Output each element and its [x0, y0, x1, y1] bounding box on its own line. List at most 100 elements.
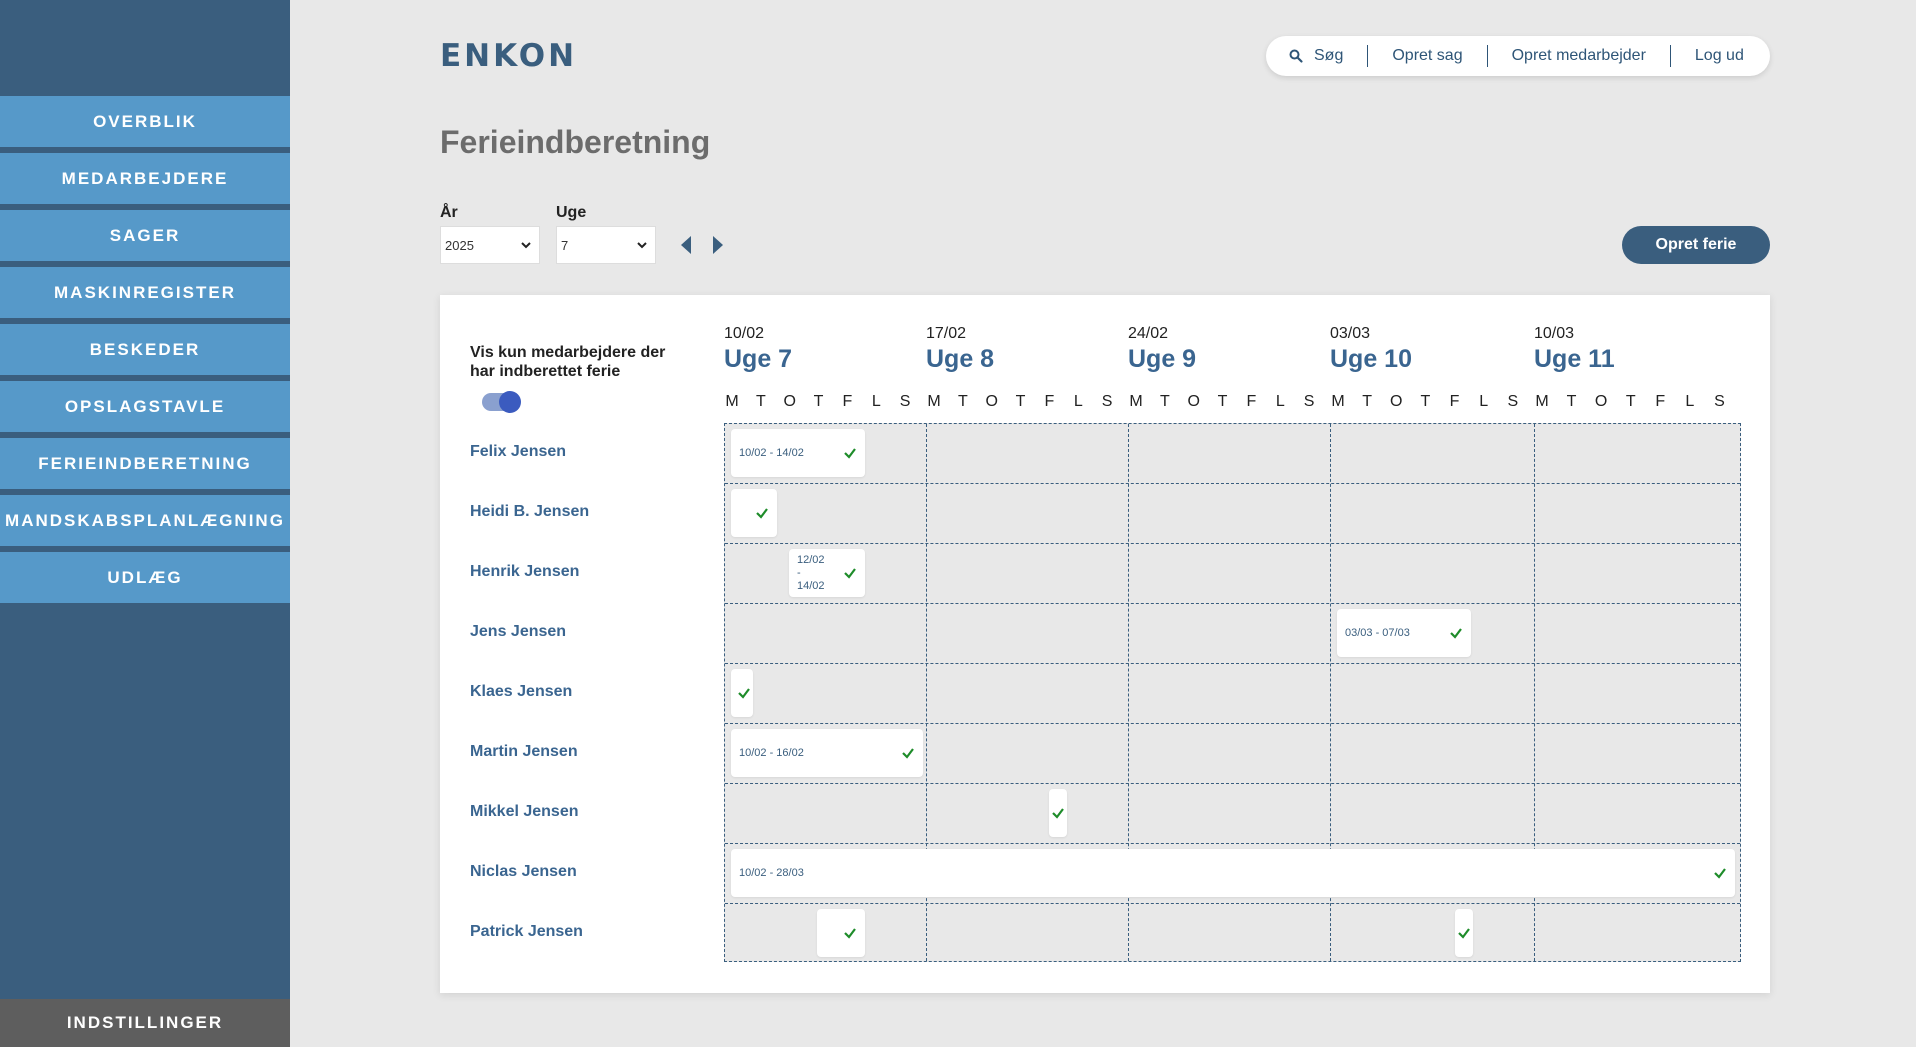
search-label: Søg — [1314, 47, 1344, 64]
week-select[interactable]: 7 — [556, 226, 656, 264]
approved-check-icon — [843, 926, 857, 940]
day-letter: F — [1044, 393, 1055, 410]
approved-check-icon — [843, 446, 857, 460]
approved-check-icon — [737, 686, 751, 700]
day-letter: S — [899, 393, 911, 410]
employee-name[interactable]: Patrick Jensen — [470, 923, 583, 941]
employee-name[interactable]: Mikkel Jensen — [470, 803, 579, 821]
week-date: 24/02 — [1128, 325, 1169, 342]
year-label: År — [440, 204, 458, 221]
employee-name[interactable]: Jens Jensen — [470, 623, 566, 641]
sidebar-item-medarbejdere[interactable]: MEDARBEJDERE — [0, 153, 290, 204]
approved-check-icon — [1457, 926, 1471, 940]
employee-name[interactable]: Niclas Jensen — [470, 863, 577, 881]
row-divider — [725, 903, 1740, 904]
week-name: Uge 7 — [724, 345, 793, 373]
sidebar-item-sager[interactable]: SAGER — [0, 210, 290, 261]
day-letter: O — [783, 393, 796, 410]
employee-name[interactable]: Henrik Jensen — [470, 563, 579, 581]
week-date: 17/02 — [926, 325, 967, 342]
year-select[interactable]: 2025 — [440, 226, 540, 264]
approved-check-icon — [1713, 866, 1727, 880]
sidebar-item-beskeder[interactable]: BESKEDER — [0, 324, 290, 375]
day-letter: L — [1073, 393, 1083, 410]
logo[interactable]: ENKON — [440, 38, 577, 74]
row-divider — [725, 543, 1740, 544]
employee-name[interactable]: Klaes Jensen — [470, 683, 572, 701]
page-title: Ferieindberetning — [440, 124, 711, 160]
vacation-block[interactable]: 03/03 - 07/03 — [1337, 609, 1471, 657]
day-letter: T — [1420, 393, 1431, 410]
day-letter: S — [1101, 393, 1113, 410]
row-divider — [725, 603, 1740, 604]
filter-toggle[interactable] — [482, 391, 521, 413]
day-letter: L — [871, 393, 881, 410]
day-letter: O — [985, 393, 998, 410]
day-letter: S — [1714, 393, 1725, 410]
day-letter: S — [1507, 393, 1519, 410]
week-name: Uge 11 — [1534, 345, 1615, 373]
vacation-block[interactable] — [731, 669, 753, 717]
vacation-dates: 10/02 - 16/02 — [739, 747, 804, 759]
week-name: Uge 10 — [1330, 345, 1412, 373]
sidebar-item-maskinregister[interactable]: MASKINREGISTER — [0, 267, 290, 318]
week-date: 03/03 — [1330, 325, 1371, 342]
week-label: Uge — [556, 204, 587, 221]
top-nav: Søg Opret sag Opret medarbejder Log ud — [1266, 36, 1770, 76]
day-letter: O — [1187, 393, 1200, 410]
row-divider — [725, 843, 1740, 844]
search-icon — [1289, 49, 1303, 63]
approved-check-icon — [901, 746, 915, 760]
row-divider — [725, 663, 1740, 664]
create-case-link[interactable]: Opret sag — [1368, 46, 1486, 66]
year-select-value: 2025 — [445, 237, 474, 253]
vacation-calendar: Vis kun medarbejdere der har indberettet… — [440, 295, 1770, 993]
vacation-block[interactable] — [1455, 909, 1473, 957]
approved-check-icon — [1051, 806, 1065, 820]
previous-week-icon[interactable] — [680, 235, 692, 255]
vacation-block[interactable] — [817, 909, 865, 957]
chevron-down-icon — [637, 242, 647, 249]
day-letter: M — [1331, 393, 1345, 410]
vacation-block[interactable] — [731, 489, 777, 537]
vacation-block[interactable]: 10/02 - 14/02 — [731, 429, 865, 477]
day-letter: T — [1217, 393, 1228, 410]
day-letter: O — [1594, 393, 1608, 410]
search-link[interactable]: Søg — [1266, 46, 1367, 66]
next-week-icon[interactable] — [712, 235, 724, 255]
logout-link[interactable]: Log ud — [1671, 46, 1768, 66]
vacation-block[interactable]: 10/02 - 16/02 — [731, 729, 923, 777]
row-divider — [725, 723, 1740, 724]
week-date: 10/03 — [1534, 325, 1575, 342]
vacation-block[interactable]: 12/02 - 14/02 — [789, 549, 865, 597]
vacation-block[interactable]: 10/02 - 28/03 — [731, 849, 1735, 897]
row-divider — [725, 783, 1740, 784]
vacation-block[interactable] — [1049, 789, 1067, 837]
day-letter: T — [755, 393, 766, 410]
vacation-dates: 03/03 - 07/03 — [1345, 627, 1410, 639]
vacation-dates: 10/02 - 14/02 — [739, 447, 804, 459]
sidebar-item-opslagstavle[interactable]: OPSLAGSTAVLE — [0, 381, 290, 432]
day-letter: T — [1015, 393, 1026, 410]
create-employee-link[interactable]: Opret medarbejder — [1488, 46, 1670, 66]
day-letter: L — [1479, 393, 1489, 410]
employee-name[interactable]: Heidi B. Jensen — [470, 503, 589, 521]
vacation-dates: 12/02 - 14/02 — [797, 554, 825, 592]
filter-label: Vis kun medarbejdere der har indberettet… — [470, 344, 666, 380]
day-letter: M — [1535, 393, 1549, 410]
day-letter: L — [1275, 393, 1285, 410]
sidebar-item-settings[interactable]: INDSTILLINGER — [0, 999, 290, 1047]
sidebar-item-udlaeg[interactable]: UDLÆG — [0, 552, 290, 603]
create-vacation-button[interactable]: Opret ferie — [1622, 226, 1770, 264]
day-letter: M — [1129, 393, 1143, 410]
calendar-grid: 10/02 - 14/02 12/02 - 14/02 03/03 - 07/03 1… — [724, 423, 1741, 962]
day-letter: S — [1303, 393, 1315, 410]
sidebar-item-ferieindberetning[interactable]: FERIEINDBERETNING — [0, 438, 290, 489]
sidebar-item-overblik[interactable]: OVERBLIK — [0, 96, 290, 147]
day-letter: M — [927, 393, 941, 410]
row-divider — [725, 483, 1740, 484]
day-letter: T — [813, 393, 824, 410]
employee-name[interactable]: Martin Jensen — [470, 743, 578, 761]
sidebar-item-mandskabsplanlaegning[interactable]: MANDSKABSPLANLÆGNING — [0, 495, 290, 546]
employee-name[interactable]: Felix Jensen — [470, 443, 566, 461]
